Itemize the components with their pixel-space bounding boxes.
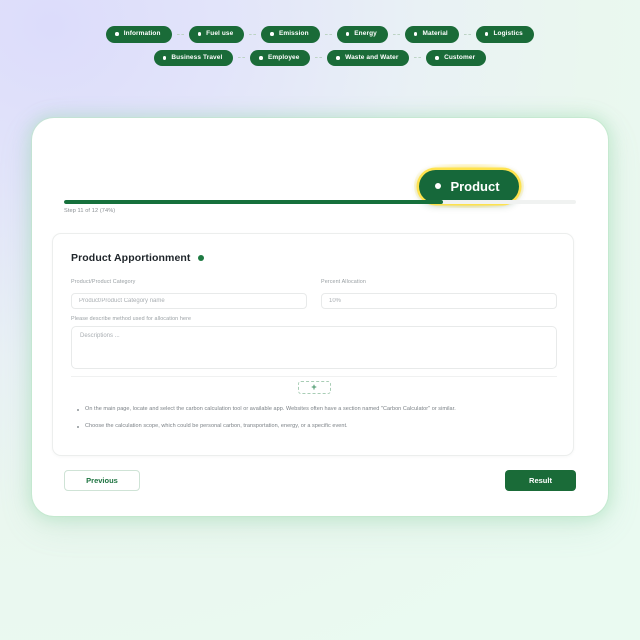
- card-divider: [71, 376, 557, 377]
- step-pill-label: Energy: [354, 30, 377, 37]
- step-dot-icon: [162, 55, 167, 60]
- result-button[interactable]: Result: [505, 470, 576, 491]
- list-item-text: Choose the calculation scope, which coul…: [85, 422, 348, 429]
- card-title-text: Product Apportionment: [71, 252, 191, 264]
- step-dot-icon: [336, 55, 341, 60]
- step-dot-icon: [115, 32, 119, 37]
- field-label-percent-allocation: Percent Allocation: [321, 279, 366, 285]
- step-dot-icon: [197, 32, 202, 37]
- add-row: +: [71, 381, 557, 394]
- step-pill-energy[interactable]: Energy: [336, 26, 388, 43]
- field-label-description: Please describe method used for allocati…: [71, 316, 192, 322]
- step-connector: [392, 33, 400, 35]
- stepper-row-2: Business Travel Employee Waste and Water…: [153, 49, 487, 66]
- step-pill-product-active[interactable]: Product: [419, 169, 519, 203]
- step-dot-icon: [435, 183, 442, 189]
- status-badge-icon: [197, 254, 205, 262]
- wizard-footer: Previous Result: [64, 470, 576, 491]
- step-pill-label: Waste and Water: [345, 53, 399, 61]
- step-dot-icon: [435, 55, 440, 60]
- progress-bar: [64, 200, 576, 204]
- stepper-row-1: Information Fuel use Emission Energy Mat…: [106, 26, 534, 43]
- step-pill-employee[interactable]: Employee: [250, 49, 311, 66]
- step-connector: [414, 57, 422, 59]
- step-dot-icon: [413, 32, 418, 37]
- list-item: On the main page, locate and select the …: [77, 405, 553, 415]
- step-dot-icon: [345, 32, 350, 37]
- step-pill-label: Product: [450, 178, 500, 194]
- card-title: Product Apportionment: [71, 252, 205, 264]
- step-dot-icon: [270, 32, 274, 37]
- step-pill-label: Information: [123, 30, 161, 37]
- field-percent-allocation: Percent Allocation: [321, 279, 557, 309]
- step-pill-logistics[interactable]: Logistics: [475, 26, 534, 43]
- bullet-dot-icon: [77, 425, 79, 428]
- step-pill-business-travel[interactable]: Business Travel: [153, 49, 234, 66]
- step-pill-customer[interactable]: Customer: [426, 49, 487, 66]
- progress-section: Step 11 of 12 (74%): [64, 200, 576, 214]
- step-pill-label: Emission: [278, 30, 309, 37]
- step-connector: [324, 33, 332, 35]
- step-pill-emission[interactable]: Emission: [261, 26, 320, 43]
- description-textarea[interactable]: [71, 325, 557, 369]
- step-pill-material[interactable]: Material: [404, 26, 459, 43]
- list-item: Choose the calculation scope, which coul…: [77, 422, 553, 432]
- step-pill-label: Fuel use: [206, 30, 234, 37]
- form-field-row: Product/Product Category Percent Allocat…: [71, 279, 557, 309]
- bullet-dot-icon: [77, 409, 79, 411]
- field-product-category: Product/Product Category: [71, 279, 307, 309]
- step-dot-icon: [484, 32, 489, 37]
- add-entry-button[interactable]: +: [297, 381, 331, 394]
- percent-allocation-input[interactable]: [321, 292, 557, 309]
- step-connector: [238, 57, 246, 59]
- step-connector: [249, 33, 257, 35]
- field-description: Please describe method used for allocati…: [71, 316, 557, 374]
- previous-button[interactable]: Previous: [64, 470, 140, 491]
- step-connector: [176, 33, 184, 35]
- step-connector: [463, 33, 471, 35]
- form-card: Product Apportionment Product/Product Ca…: [52, 233, 574, 456]
- field-label-product-category: Product/Product Category: [71, 279, 136, 285]
- step-pill-fuel-use[interactable]: Fuel use: [188, 26, 245, 43]
- progress-step-label: Step 11 of 12 (74%): [64, 208, 116, 214]
- page-root: Information Fuel use Emission Energy Mat…: [0, 0, 640, 640]
- step-pill-label: Customer: [444, 53, 476, 61]
- step-pill-label: Employee: [267, 53, 300, 61]
- step-connector: [315, 57, 323, 59]
- step-pill-information[interactable]: Information: [106, 26, 172, 43]
- list-item-text: On the main page, locate and select the …: [85, 406, 456, 412]
- progress-bar-fill: [64, 200, 443, 204]
- stepper: Information Fuel use Emission Energy Mat…: [0, 26, 640, 66]
- product-category-input[interactable]: [71, 292, 307, 309]
- step-pill-label: Material: [422, 30, 448, 37]
- help-bullet-list: On the main page, locate and select the …: [77, 405, 553, 438]
- step-pill-label: Business Travel: [171, 53, 223, 61]
- step-pill-label: Logistics: [493, 30, 523, 37]
- step-pill-waste-and-water[interactable]: Waste and Water: [327, 49, 410, 66]
- step-dot-icon: [259, 55, 263, 60]
